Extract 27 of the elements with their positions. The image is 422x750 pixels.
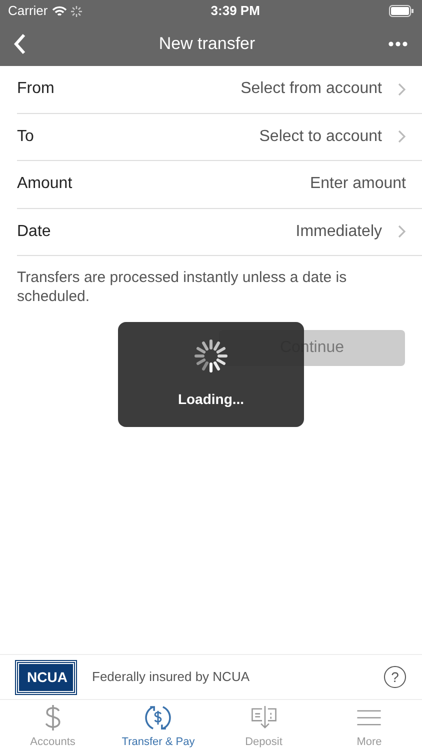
time-label: 3:39 PM <box>210 2 261 20</box>
info-text: Transfers are processed instantly unless a date is scheduled. <box>17 268 348 306</box>
spinner-icon <box>194 339 228 373</box>
battery-icon <box>389 5 414 17</box>
account-select[interactable]: Select to account <box>259 124 382 149</box>
account-select[interactable]: Select from account <box>240 77 382 102</box>
field-label: Date <box>17 222 52 242</box>
chevron-icon <box>398 130 406 144</box>
field-label: Amount <box>17 174 74 194</box>
more-icon[interactable] <box>388 41 408 47</box>
account-select[interactable]: Immediately <box>296 220 382 244</box>
wifi-icon <box>52 6 67 16</box>
field-label: From <box>17 79 56 100</box>
chevron-icon <box>398 225 406 238</box>
activity-icon <box>70 6 82 16</box>
loading-text: Loading... <box>178 390 244 409</box>
dollar-icon <box>42 704 63 732</box>
transfer-icon <box>144 704 172 732</box>
carrier-label: Carrier <box>8 2 48 20</box>
help-button[interactable]: ? <box>384 666 406 688</box>
back-icon[interactable] <box>14 33 26 55</box>
ncua-logo: NCUA <box>16 660 76 694</box>
field-label: To <box>17 126 35 147</box>
chevron-icon <box>398 82 406 96</box>
insured-text: Federally insured by NCUA <box>92 668 251 686</box>
screen-title: New transfer <box>158 33 256 56</box>
amount-field[interactable]: Enter amount <box>236 172 406 196</box>
